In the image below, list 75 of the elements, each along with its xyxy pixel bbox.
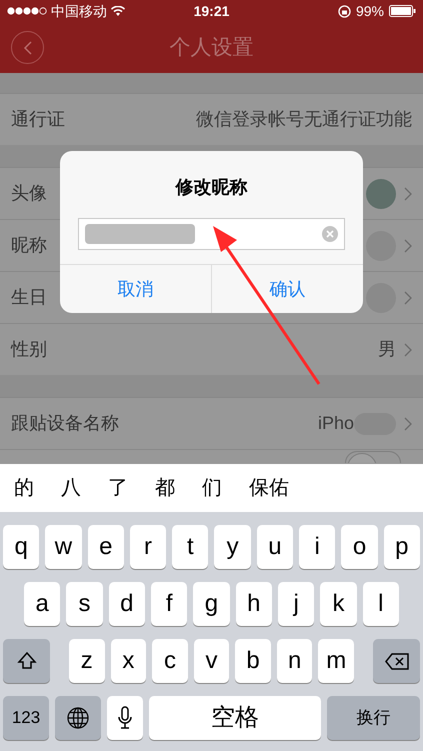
settings-row[interactable]: 跟贴设备名称 iPho	[0, 397, 423, 449]
keyboard-key[interactable]: f	[150, 582, 188, 626]
wifi-icon	[111, 6, 125, 16]
battery-icon	[388, 5, 416, 17]
keyboard-key[interactable]: i	[299, 525, 336, 569]
keyboard-key[interactable]: h	[236, 582, 272, 626]
chevron-icon	[404, 290, 412, 304]
carrier-name: 中国移动	[51, 2, 107, 20]
shift-key[interactable]	[3, 639, 50, 683]
keyboard-key[interactable]: a	[24, 582, 60, 626]
dialog-title: 修改昵称	[174, 176, 248, 199]
signal-icon	[7, 7, 47, 15]
cancel-button[interactable]: 取消	[60, 265, 211, 313]
globe-key[interactable]	[55, 696, 101, 740]
back-icon	[23, 40, 32, 54]
candidate-word[interactable]: 保佑	[249, 473, 289, 503]
keyboard-key[interactable]: o	[341, 525, 378, 569]
row-label: 生日	[11, 286, 47, 309]
keyboard-key[interactable]: s	[66, 582, 103, 626]
keyboard-key[interactable]: j	[278, 582, 314, 626]
candidate-word[interactable]: 的	[14, 473, 34, 503]
row-label: 昵称	[11, 234, 47, 257]
keyboard-key[interactable]: d	[108, 582, 145, 626]
toggle-switch[interactable]	[345, 451, 401, 463]
keyboard-key[interactable]: p	[384, 525, 420, 569]
row-value: iPho	[318, 412, 354, 435]
microphone-key[interactable]	[107, 696, 143, 740]
settings-row[interactable]: 性别 男	[0, 323, 423, 375]
clock-time: 19:21	[192, 2, 230, 20]
backspace-icon	[384, 652, 409, 670]
chevron-icon	[404, 416, 412, 430]
keyboard-key[interactable]: k	[320, 582, 357, 626]
chevron-icon	[404, 342, 412, 356]
keyboard-key[interactable]: t	[172, 525, 208, 569]
keyboard-key[interactable]: b	[235, 639, 271, 683]
candidate-word[interactable]: 了	[108, 473, 128, 503]
candidate-word[interactable]: 八	[61, 473, 81, 503]
keyboard-key[interactable]: v	[194, 639, 230, 683]
settings-row[interactable]: 通行证 微信登录帐号无通行证功能	[0, 93, 423, 145]
row-value: 微信登录帐号无通行证功能	[196, 108, 412, 131]
keyboard-key[interactable]: y	[214, 525, 251, 569]
return-key[interactable]: 换行	[327, 696, 420, 740]
keyboard-key[interactable]: c	[152, 639, 188, 683]
chevron-icon	[404, 186, 412, 200]
keyboard-key[interactable]: l	[362, 582, 399, 626]
microphone-icon	[118, 706, 132, 730]
space-key[interactable]: 空格	[149, 696, 321, 740]
candidate-word[interactable]: 们	[202, 473, 222, 503]
keyboard-key[interactable]: q	[3, 525, 40, 569]
keyboard-key[interactable]: e	[88, 525, 124, 569]
page-title: 个人设置	[170, 34, 254, 61]
keyboard-key[interactable]: n	[276, 639, 312, 683]
row-label: 通行证	[11, 108, 65, 131]
keyboard-key[interactable]: z	[69, 639, 105, 683]
row-value: 男	[378, 338, 396, 361]
row-label: 头像	[11, 182, 47, 205]
battery-percent: 99%	[356, 2, 384, 20]
keyboard-key[interactable]: m	[318, 639, 354, 683]
keyboard-key[interactable]: x	[110, 639, 146, 683]
keyboard-key[interactable]: r	[130, 525, 166, 569]
candidate-word[interactable]: 都	[155, 473, 175, 503]
globe-icon	[67, 707, 89, 729]
row-label: 跟贴设备名称	[11, 412, 119, 435]
avatar	[366, 178, 396, 208]
keyboard-key[interactable]: w	[45, 525, 82, 569]
keyboard-key[interactable]: u	[256, 525, 294, 569]
chevron-icon	[404, 238, 412, 252]
row-label: 性别	[11, 338, 47, 361]
numbers-key[interactable]: 123	[3, 696, 49, 740]
input-field[interactable]	[78, 218, 345, 250]
rotation-lock-icon	[338, 4, 351, 18]
shift-icon	[16, 651, 36, 671]
confirm-button[interactable]: 确认	[211, 265, 363, 313]
delete-key[interactable]	[373, 639, 420, 683]
keyboard-key[interactable]: g	[193, 582, 230, 626]
